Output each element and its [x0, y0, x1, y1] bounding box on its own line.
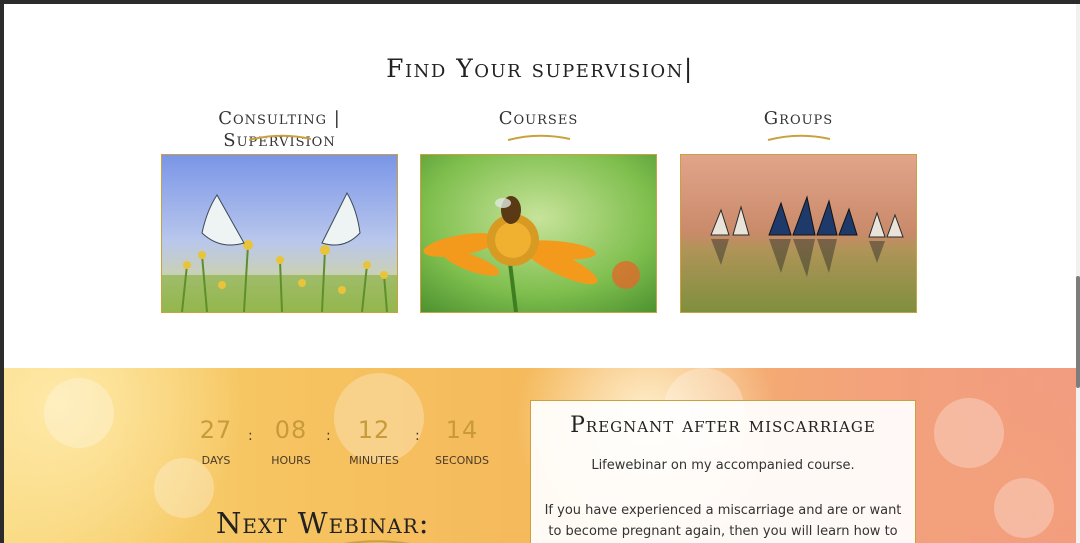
bokeh-light [934, 398, 1004, 468]
card-groups[interactable]: Groups [680, 108, 917, 313]
countdown-minutes: 12 MINUTES [342, 416, 406, 467]
section-title: Find Your supervision| [386, 54, 694, 83]
seconds-value: 14 [445, 416, 479, 444]
page: Find Your supervision| Consulting | Supe… [4, 4, 1076, 543]
white-butterflies-image [162, 155, 397, 312]
card-image-bee-flower[interactable] [420, 154, 657, 313]
seconds-label: SECONDS [435, 454, 489, 467]
swash-underline [507, 134, 570, 141]
swash-underline [343, 540, 411, 543]
countdown-timer: 27 DAYS : 08 HOURS : 12 MINUTES : 14 SEC… [196, 416, 496, 476]
next-webinar-heading: Next Webinar: [216, 506, 430, 540]
minutes-label: MINUTES [349, 454, 399, 467]
card-image-butterflies[interactable] [161, 154, 398, 313]
webinar-title: Pregnant after miscarriage [570, 413, 876, 438]
card-courses[interactable]: Courses [420, 108, 657, 313]
separator: : [415, 428, 420, 444]
minutes-value: 12 [357, 416, 391, 444]
webinar-section: 27 DAYS : 08 HOURS : 12 MINUTES : 14 SEC… [4, 368, 1076, 543]
days-label: DAYS [201, 454, 231, 467]
hours-label: HOURS [271, 454, 311, 467]
swash-underline [767, 134, 830, 141]
webinar-description-line: If you have experienced a miscarriage an… [544, 503, 902, 518]
days-value: 27 [199, 416, 233, 444]
bokeh-light [44, 378, 114, 448]
card-title[interactable]: Courses [420, 108, 657, 130]
butterflies-on-sand-image [681, 155, 916, 312]
scrollbar[interactable] [1076, 4, 1080, 543]
countdown-hours: 08 HOURS [266, 416, 316, 467]
webinar-subtitle: Lifewebinar on my accompanied course. [591, 458, 855, 473]
countdown-days: 27 DAYS [196, 416, 236, 467]
bokeh-light [994, 478, 1054, 538]
separator: : [248, 428, 253, 444]
card-consulting-supervision[interactable]: Consulting | Supervision [161, 108, 398, 313]
card-title[interactable]: Consulting | Supervision [161, 108, 398, 151]
bee-on-flower-image [421, 155, 656, 312]
separator: : [326, 428, 331, 444]
webinar-description-line: to become pregnant again, then you will … [548, 524, 898, 539]
countdown-seconds: 14 SECONDS [430, 416, 494, 467]
scrollbar-thumb[interactable] [1076, 276, 1080, 388]
hours-value: 08 [274, 416, 308, 444]
card-title[interactable]: Groups [680, 108, 917, 130]
webinar-info-box: Pregnant after miscarriage Lifewebinar o… [530, 400, 916, 543]
card-image-butterflies-sand[interactable] [680, 154, 917, 313]
